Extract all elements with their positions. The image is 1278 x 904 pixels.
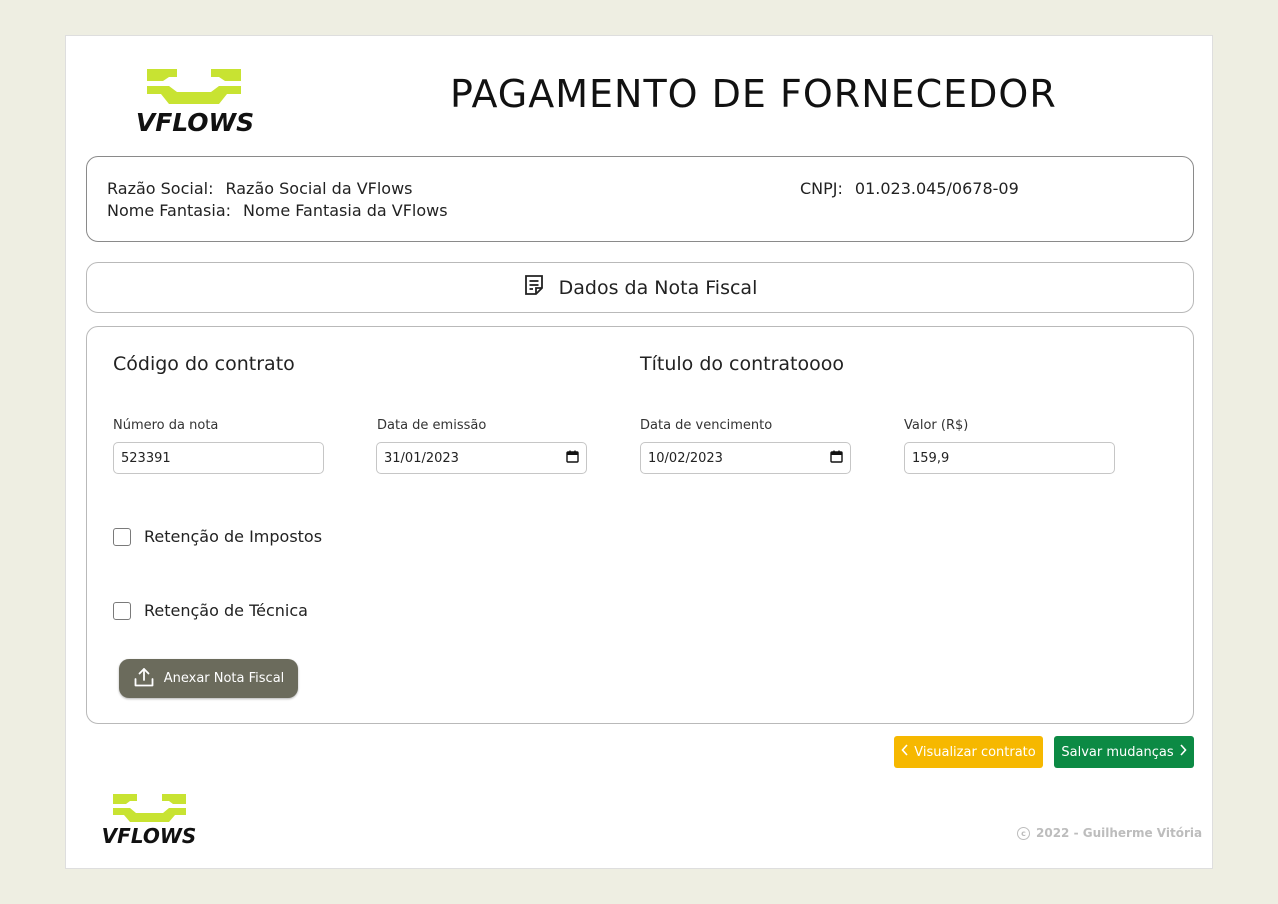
numero-nota-value: 523391 — [121, 450, 171, 466]
data-vencimento-label: Data de vencimento — [640, 418, 773, 433]
logo-wordmark: VFLOWS — [136, 108, 254, 132]
data-emissao-label: Data de emissão — [377, 418, 487, 433]
retencao-tecnica-checkbox[interactable] — [113, 601, 131, 620]
page-title: PAGAMENTO DE FORNECEDOR — [450, 72, 1057, 116]
copyright-text: 2022 - Guilherme Vitória — [1036, 826, 1203, 840]
nome-fantasia-label: Nome Fantasia: — [107, 201, 232, 220]
data-emissao-input[interactable]: 31/01/2023 — [376, 442, 587, 474]
attach-invoice-label: Anexar Nota Fiscal — [163, 671, 285, 686]
calendar-icon[interactable] — [566, 450, 579, 467]
valor-value: 159,9 — [912, 450, 950, 466]
copyright-icon: c — [1017, 826, 1030, 840]
retencao-tecnica-row[interactable]: Retenção de Técnica — [113, 601, 308, 620]
nome-fantasia-row: Nome Fantasia: Nome Fantasia da VFlows — [107, 201, 448, 220]
data-emissao-value: 31/01/2023 — [384, 450, 459, 466]
attach-invoice-button[interactable]: Anexar Nota Fiscal — [119, 659, 298, 698]
cnpj-row: CNPJ: 01.023.045/0678-09 — [800, 179, 1019, 198]
valor-label: Valor (R$) — [904, 418, 969, 433]
footer-logo-wordmark: VFLOWS — [102, 824, 197, 845]
nome-fantasia-value: Nome Fantasia da VFlows — [243, 201, 448, 220]
contract-title: Título do contratoooo — [640, 353, 845, 375]
invoice-form: Código do contrato Título do contratoooo… — [86, 326, 1194, 724]
chevron-right-icon — [1179, 744, 1187, 760]
cnpj-value: 01.023.045/0678-09 — [854, 179, 1019, 198]
cnpj-label: CNPJ: — [800, 179, 843, 198]
retencao-impostos-row[interactable]: Retenção de Impostos — [113, 527, 322, 546]
calendar-icon[interactable] — [830, 450, 843, 467]
chevron-left-icon — [901, 744, 909, 760]
razao-social-row: Razão Social: Razão Social da VFlows — [107, 179, 413, 198]
razao-social-label: Razão Social: — [107, 179, 214, 198]
page-card: VFLOWS PAGAMENTO DE FORNECEDOR Razão Soc… — [65, 35, 1213, 869]
section-title: Dados da Nota Fiscal — [558, 276, 758, 299]
save-changes-button[interactable]: Salvar mudanças — [1054, 736, 1194, 768]
upload-icon — [133, 666, 155, 692]
view-contract-label: Visualizar contrato — [914, 744, 1036, 760]
razao-social-value: Razão Social da VFlows — [225, 179, 413, 198]
valor-input[interactable]: 159,9 — [904, 442, 1115, 474]
data-vencimento-value: 10/02/2023 — [648, 450, 723, 466]
supplier-info-card: Razão Social: Razão Social da VFlows Nome… — [86, 156, 1194, 242]
document-icon — [523, 274, 545, 301]
vflows-logo: VFLOWS — [111, 66, 279, 132]
numero-nota-label: Número da nota — [113, 418, 219, 433]
numero-nota-input[interactable]: 523391 — [113, 442, 324, 474]
data-vencimento-input[interactable]: 10/02/2023 — [640, 442, 851, 474]
view-contract-button[interactable]: Visualizar contrato — [894, 736, 1043, 768]
copyright: c 2022 - Guilherme Vitória — [1017, 826, 1202, 840]
retencao-impostos-label: Retenção de Impostos — [144, 527, 323, 546]
save-changes-label: Salvar mudanças — [1061, 744, 1174, 760]
section-header: Dados da Nota Fiscal — [86, 262, 1194, 313]
retencao-tecnica-label: Retenção de Técnica — [144, 601, 308, 620]
retencao-impostos-checkbox[interactable] — [113, 527, 131, 546]
footer-vflows-logo: VFLOWS — [85, 793, 215, 845]
contract-code: Código do contrato — [113, 353, 295, 375]
